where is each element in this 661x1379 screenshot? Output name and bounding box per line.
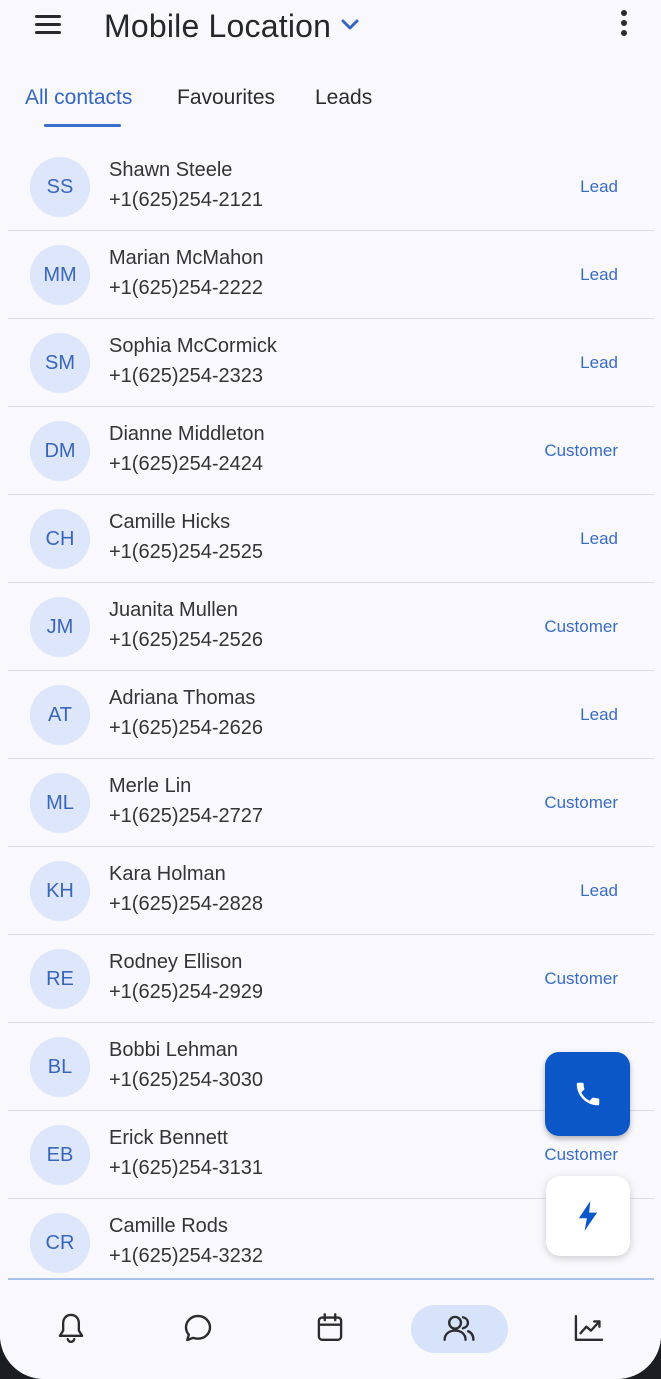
avatar: JM [30, 597, 90, 657]
avatar: EB [30, 1125, 90, 1185]
contact-name: Kara Holman [109, 863, 226, 885]
contact-name: Rodney Ellison [109, 951, 243, 973]
avatar: CR [30, 1213, 90, 1273]
contact-row[interactable]: RE Rodney Ellison +1(625)254-2929 Custom… [8, 935, 654, 1023]
nav-item-messages[interactable] [171, 1305, 225, 1351]
quick-action-fab-button[interactable] [546, 1176, 630, 1256]
avatar: SM [30, 333, 90, 393]
app-screen: Mobile Location All contacts Favourites … [0, 0, 661, 1379]
page-title: Mobile Location [104, 8, 332, 44]
tab-all-contacts[interactable]: All contacts [25, 86, 132, 110]
nav-item-analytics[interactable] [562, 1305, 616, 1351]
contacts-icon [443, 1315, 475, 1341]
avatar: MM [30, 245, 90, 305]
contact-name: Shawn Steele [109, 159, 233, 181]
contact-row[interactable]: SM Sophia McCormick +1(625)254-2323 Lead [8, 319, 654, 407]
active-tab-indicator [44, 124, 121, 127]
contact-name: Erick Bennett [109, 1127, 228, 1149]
call-fab-button[interactable] [545, 1052, 630, 1136]
tab-leads[interactable]: Leads [315, 86, 372, 110]
avatar: KH [30, 861, 90, 921]
bottom-navigation [0, 1281, 661, 1379]
contact-row[interactable]: AT Adriana Thomas +1(625)254-2626 Lead [8, 671, 654, 759]
contact-name: Adriana Thomas [109, 687, 256, 709]
contact-name: Bobbi Lehman [109, 1039, 238, 1061]
tab-favourites[interactable]: Favourites [177, 86, 275, 110]
contact-type-badge: Customer [544, 969, 618, 988]
contact-row[interactable]: KH Kara Holman +1(625)254-2828 Lead [8, 847, 654, 935]
contact-phone: +1(625)254-2323 [109, 365, 264, 387]
contact-row[interactable]: JM Juanita Mullen +1(625)254-2526 Custom… [8, 583, 654, 671]
contact-type-badge: Lead [580, 353, 618, 372]
analytics-icon [574, 1315, 604, 1341]
contact-row[interactable]: ML Merle Lin +1(625)254-2727 Customer [8, 759, 654, 847]
avatar: DM [30, 421, 90, 481]
location-selector[interactable]: Mobile Location [104, 8, 359, 45]
contact-phone: +1(625)254-2828 [109, 893, 264, 915]
contact-phone: +1(625)254-2929 [109, 981, 264, 1003]
contact-type-badge: Lead [580, 177, 618, 196]
nav-item-calendar[interactable] [303, 1305, 357, 1351]
avatar: AT [30, 685, 90, 745]
contact-row[interactable]: MM Marian McMahon +1(625)254-2222 Lead [8, 231, 654, 319]
nav-item-contacts[interactable] [432, 1305, 486, 1351]
contact-phone: +1(625)254-2525 [109, 541, 264, 563]
calendar-icon [317, 1313, 343, 1341]
contact-type-badge: Customer [544, 1145, 618, 1164]
phone-icon [576, 1082, 599, 1106]
contact-name: Merle Lin [109, 775, 192, 797]
contact-phone: +1(625)254-3030 [109, 1069, 264, 1091]
avatar: BL [30, 1037, 90, 1097]
contact-phone: +1(625)254-2626 [109, 717, 264, 739]
contact-type-badge: Customer [544, 617, 618, 636]
top-app-bar: Mobile Location [0, 0, 661, 60]
bottom-nav-divider [8, 1278, 654, 1280]
contact-name: Camille Hicks [109, 511, 231, 533]
contact-phone: +1(625)254-2526 [109, 629, 264, 651]
nav-item-notifications[interactable] [44, 1305, 98, 1351]
avatar: CH [30, 509, 90, 569]
avatar: SS [30, 157, 90, 217]
contact-phone: +1(625)254-3131 [109, 1157, 264, 1179]
contact-type-badge: Lead [580, 881, 618, 900]
lightning-icon [578, 1201, 598, 1231]
contact-name: Juanita Mullen [109, 599, 238, 621]
contact-type-badge: Customer [544, 793, 618, 812]
contact-name: Marian McMahon [109, 247, 264, 269]
contact-row[interactable]: CH Camille Hicks +1(625)254-2525 Lead [8, 495, 654, 583]
chevron-down-icon [341, 19, 359, 29]
contact-name: Sophia McCormick [109, 335, 277, 357]
contact-tabs: All contacts Favourites Leads [0, 78, 661, 130]
contact-phone: +1(625)254-3232 [109, 1245, 264, 1267]
avatar: ML [30, 773, 90, 833]
contact-type-badge: Lead [580, 265, 618, 284]
chat-bubble-icon [184, 1314, 212, 1342]
avatar: RE [30, 949, 90, 1009]
more-vertical-icon[interactable] [612, 8, 636, 42]
menu-icon[interactable] [30, 10, 66, 40]
contact-type-badge: Lead [580, 705, 618, 724]
contact-phone: +1(625)254-2222 [109, 277, 264, 299]
bell-icon [58, 1313, 84, 1344]
contact-row[interactable]: DM Dianne Middleton +1(625)254-2424 Cust… [8, 407, 654, 495]
contact-type-badge: Customer [544, 441, 618, 460]
contact-phone: +1(625)254-2424 [109, 453, 264, 475]
contact-row[interactable]: SS Shawn Steele +1(625)254-2121 Lead [8, 143, 654, 231]
contact-phone: +1(625)254-2727 [109, 805, 264, 827]
contact-type-badge: Lead [580, 529, 618, 548]
contact-name: Dianne Middleton [109, 423, 265, 445]
contact-name: Camille Rods [109, 1215, 228, 1237]
contact-phone: +1(625)254-2121 [109, 189, 264, 211]
